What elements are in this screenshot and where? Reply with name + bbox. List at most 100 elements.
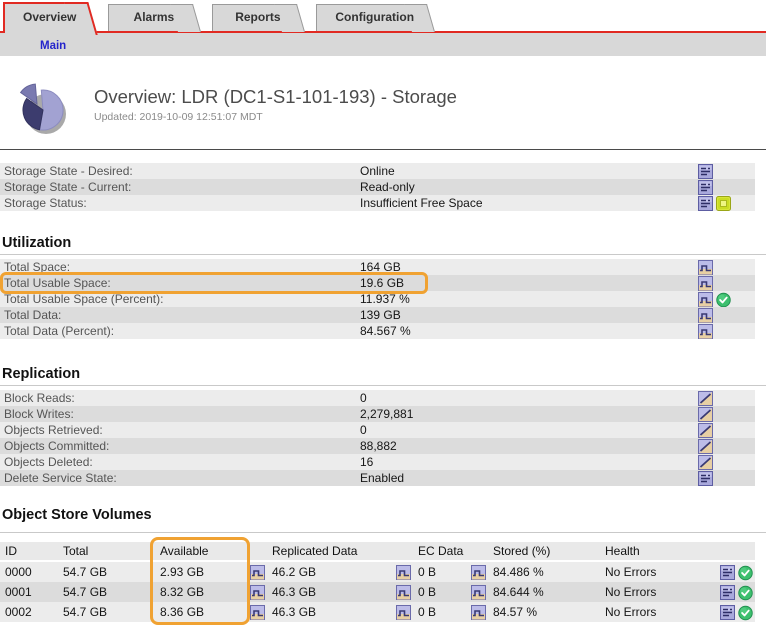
chart-icon[interactable] bbox=[698, 260, 713, 275]
attribute-icon[interactable] bbox=[720, 605, 735, 620]
cell-stored-value: 84.644 % bbox=[493, 582, 544, 602]
cell-icons bbox=[720, 565, 755, 580]
breadcrumb-bar: Main bbox=[0, 33, 766, 56]
chart-icon[interactable] bbox=[250, 565, 265, 580]
row-label: Objects Retrieved: bbox=[4, 422, 103, 438]
row-icons bbox=[698, 291, 731, 307]
cell-available: 2.93 GB bbox=[155, 562, 267, 582]
cell-total: 54.7 GB bbox=[58, 602, 155, 622]
row-icons bbox=[698, 422, 713, 438]
chart-icon[interactable] bbox=[698, 308, 713, 323]
chart-icon[interactable] bbox=[250, 585, 265, 600]
status-ok-icon bbox=[738, 585, 753, 600]
row-label: Total Space: bbox=[4, 259, 70, 275]
chart-icon[interactable] bbox=[471, 605, 486, 620]
attribute-row: Block Writes:2,279,881 bbox=[0, 406, 755, 422]
trend-icon[interactable] bbox=[698, 423, 713, 438]
chart-icon[interactable] bbox=[698, 324, 713, 339]
cell-icons bbox=[396, 585, 413, 600]
attribute-row: Block Reads:0 bbox=[0, 390, 755, 406]
row-value: Enabled bbox=[360, 470, 404, 486]
attribute-icon[interactable] bbox=[698, 180, 713, 195]
attribute-icon[interactable] bbox=[720, 565, 735, 580]
cell-replicated-value: 46.3 GB bbox=[272, 602, 316, 622]
tab-overview[interactable]: Overview bbox=[3, 2, 82, 33]
column-header: ID bbox=[0, 542, 58, 560]
pie-chart-icon bbox=[12, 77, 70, 135]
attribute-icon[interactable] bbox=[698, 164, 713, 179]
utilization-section: Total Space: 164 GB Total Usable Space: 19.… bbox=[0, 259, 755, 339]
trend-icon[interactable] bbox=[698, 391, 713, 406]
cell-icons bbox=[720, 585, 755, 600]
row-label: Total Usable Space: bbox=[4, 275, 111, 291]
cell-ec: 0 B bbox=[413, 582, 488, 602]
tab-configuration[interactable]: Configuration bbox=[316, 4, 420, 31]
cell-health-value: No Errors bbox=[605, 562, 656, 582]
trend-icon[interactable] bbox=[698, 407, 713, 422]
replication-section: Block Reads:0Block Writes:2,279,881Objec… bbox=[0, 390, 755, 486]
cell-icons bbox=[720, 605, 755, 620]
chart-icon[interactable] bbox=[698, 276, 713, 291]
tab-alarms[interactable]: Alarms bbox=[108, 4, 186, 31]
attribute-icon[interactable] bbox=[698, 471, 713, 486]
cell-total-value: 54.7 GB bbox=[63, 602, 107, 622]
cell-icons bbox=[250, 605, 267, 620]
tab-configuration-label: Configuration bbox=[335, 10, 414, 24]
chart-icon[interactable] bbox=[471, 585, 486, 600]
tab-reports[interactable]: Reports bbox=[212, 4, 290, 31]
row-value: 19.6 GB bbox=[360, 275, 404, 291]
status-ok-icon bbox=[738, 565, 753, 580]
attribute-row: Total Usable Space (Percent):11.937 % bbox=[0, 291, 755, 307]
page-header: Overview: LDR (DC1-S1-101-193) - Storage… bbox=[12, 77, 766, 135]
cell-health: No Errors bbox=[600, 602, 755, 622]
storage-state-section: Storage State - Desired:OnlineStorage St… bbox=[0, 163, 755, 211]
attribute-row: Objects Committed:88,882 bbox=[0, 438, 755, 454]
row-value: 164 GB bbox=[360, 259, 401, 275]
row-label: Total Usable Space (Percent): bbox=[4, 291, 163, 307]
row-value: 139 GB bbox=[360, 307, 401, 323]
notice-icon bbox=[716, 196, 731, 211]
row-label: Total Data: bbox=[4, 307, 61, 323]
row-icons bbox=[698, 454, 713, 470]
chart-icon[interactable] bbox=[250, 605, 265, 620]
cell-id: 0000 bbox=[0, 562, 58, 582]
chart-icon[interactable] bbox=[698, 292, 713, 307]
row-value: Insufficient Free Space bbox=[360, 195, 483, 211]
attribute-icon[interactable] bbox=[698, 196, 713, 211]
attribute-row: Delete Service State: Enabled bbox=[0, 470, 755, 486]
chart-icon[interactable] bbox=[396, 605, 411, 620]
page-updated-timestamp: Updated: 2019-10-09 12:51:07 MDT bbox=[94, 111, 457, 123]
row-label: Storage State - Current: bbox=[4, 179, 131, 195]
row-label: Block Reads: bbox=[4, 390, 75, 406]
cell-replicated-value: 46.3 GB bbox=[272, 582, 316, 602]
trend-icon[interactable] bbox=[698, 455, 713, 470]
row-label: Delete Service State: bbox=[4, 470, 117, 486]
cell-icons bbox=[471, 585, 488, 600]
cell-stored: 84.644 % bbox=[488, 582, 600, 602]
chart-icon[interactable] bbox=[471, 565, 486, 580]
row-icons bbox=[698, 438, 713, 454]
cell-available-value: 2.93 GB bbox=[160, 562, 204, 582]
chart-icon[interactable] bbox=[396, 565, 411, 580]
attribute-row: Total Data (Percent):84.567 % bbox=[0, 323, 755, 339]
row-icons bbox=[698, 390, 713, 406]
cell-icons bbox=[250, 565, 267, 580]
row-icons bbox=[698, 275, 713, 291]
cell-icons bbox=[396, 605, 413, 620]
cell-health-value: No Errors bbox=[605, 582, 656, 602]
attribute-row: Total Space: 164 GB bbox=[0, 259, 755, 275]
section-rule bbox=[0, 385, 766, 386]
cell-replicated: 46.3 GB bbox=[267, 602, 413, 622]
chart-icon[interactable] bbox=[396, 585, 411, 600]
attribute-row: Storage State - Desired:Online bbox=[0, 163, 755, 179]
main-link[interactable]: Main bbox=[40, 40, 66, 52]
cell-available-value: 8.36 GB bbox=[160, 602, 204, 622]
row-value: 88,882 bbox=[360, 438, 397, 454]
utilization-section-title: Utilization bbox=[2, 235, 766, 251]
table-row: 000254.7 GB8.36 GB46.3 GB0 B84.57 %No Er… bbox=[0, 602, 755, 622]
cell-id-value: 0002 bbox=[5, 602, 32, 622]
cell-health: No Errors bbox=[600, 562, 755, 582]
cell-id-value: 0000 bbox=[5, 562, 32, 582]
attribute-icon[interactable] bbox=[720, 585, 735, 600]
trend-icon[interactable] bbox=[698, 439, 713, 454]
